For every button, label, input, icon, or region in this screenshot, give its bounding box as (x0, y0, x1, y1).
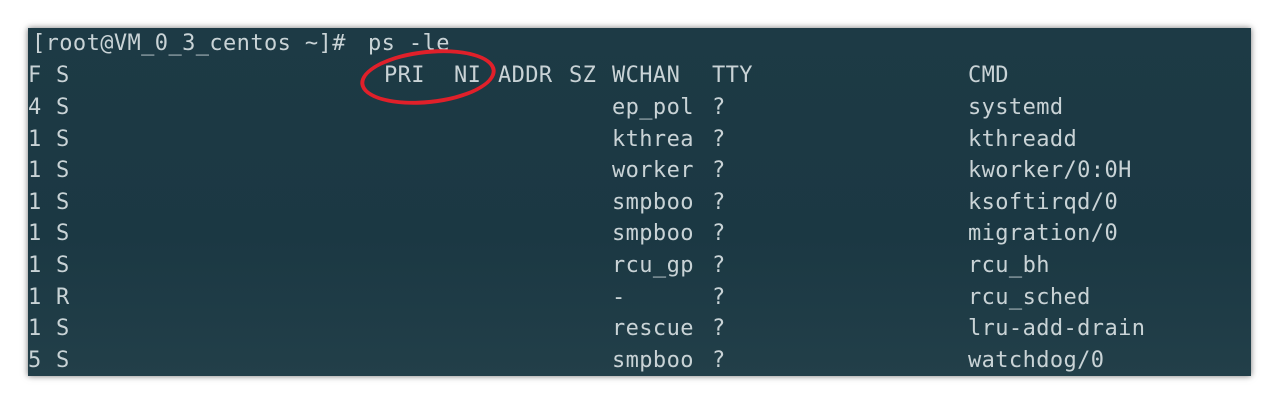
row-cell-s: S (56, 347, 70, 373)
row-cell-wchan: worker (612, 158, 694, 184)
row-cell-s: S (56, 126, 70, 152)
row-cell-f: 5 (28, 347, 42, 373)
row-cell-tty: ? (712, 126, 726, 152)
row-cell-s: S (56, 189, 70, 215)
row-cell-s: S (56, 95, 70, 120)
header-f: F (28, 63, 42, 88)
row-cell-cmd: rcu_bh (968, 253, 1050, 278)
row-cell-f: 1 (28, 221, 42, 247)
row-cell-s: S (56, 316, 70, 342)
row-cell-wchan: smpboo (612, 347, 694, 373)
row-cell-f: 4 (28, 95, 42, 120)
row-cell-cmd: systemd (968, 95, 1064, 120)
row-cell-tty: ? (712, 95, 726, 120)
row-cell-tty: ? (712, 253, 726, 278)
row-cell-wchan: smpboo (612, 189, 694, 215)
header-s: S (56, 63, 70, 88)
row-cell-wchan: kthrea (612, 126, 694, 152)
row-cell-wchan: smpboo (612, 221, 694, 247)
shell-prompt: [root@VM_0_3_centos ~]# (32, 31, 346, 56)
row-cell-s: S (56, 253, 70, 278)
header-cmd: CMD (968, 63, 1009, 88)
row-cell-cmd: ksoftirqd/0 (968, 189, 1119, 215)
row-cell-wchan: ep_pol (612, 95, 694, 120)
header-sz: SZ (569, 63, 597, 88)
row-cell-tty: ? (712, 189, 726, 215)
row-cell-cmd: kworker/0:0H (968, 158, 1132, 184)
row-cell-s: S (56, 221, 70, 247)
row-cell-wchan: rcu_gp (612, 253, 694, 278)
header-wchan: WCHAN (612, 63, 681, 88)
row-cell-f: 1 (28, 126, 42, 152)
row-cell-tty: ? (712, 347, 726, 373)
row-cell-f: 1 (28, 284, 42, 310)
row-cell-wchan: - (612, 284, 626, 310)
row-cell-f: 1 (28, 189, 42, 215)
row-cell-f: 1 (28, 316, 42, 342)
row-cell-f: 1 (28, 158, 42, 184)
row-cell-cmd: lru-add-drain (968, 316, 1146, 342)
row-cell-cmd: migration/0 (968, 221, 1119, 247)
row-cell-tty: ? (712, 221, 726, 247)
header-tty: TTY (712, 63, 753, 88)
row-cell-cmd: rcu_sched (968, 284, 1091, 310)
row-cell-tty: ? (712, 284, 726, 310)
prompt-line: [root@VM_0_3_centos ~]# ps -le (28, 29, 449, 59)
row-cell-cmd: watchdog/0 (968, 347, 1105, 373)
row-cell-tty: ? (712, 158, 726, 184)
screenshot-frame: [root@VM_0_3_centos ~]# ps -le FSUIDPIDP… (28, 28, 1251, 376)
row-cell-tty: ? (712, 316, 726, 342)
row-cell-cmd: kthreadd (968, 126, 1078, 152)
row-cell-f: 1 (28, 253, 42, 278)
header-addr: ADDR (498, 63, 553, 88)
terminal-window[interactable]: [root@VM_0_3_centos ~]# ps -le FSUIDPIDP… (28, 28, 1251, 376)
row-cell-s: S (56, 158, 70, 184)
row-cell-s: R (56, 284, 70, 310)
row-cell-wchan: rescue (612, 316, 694, 342)
